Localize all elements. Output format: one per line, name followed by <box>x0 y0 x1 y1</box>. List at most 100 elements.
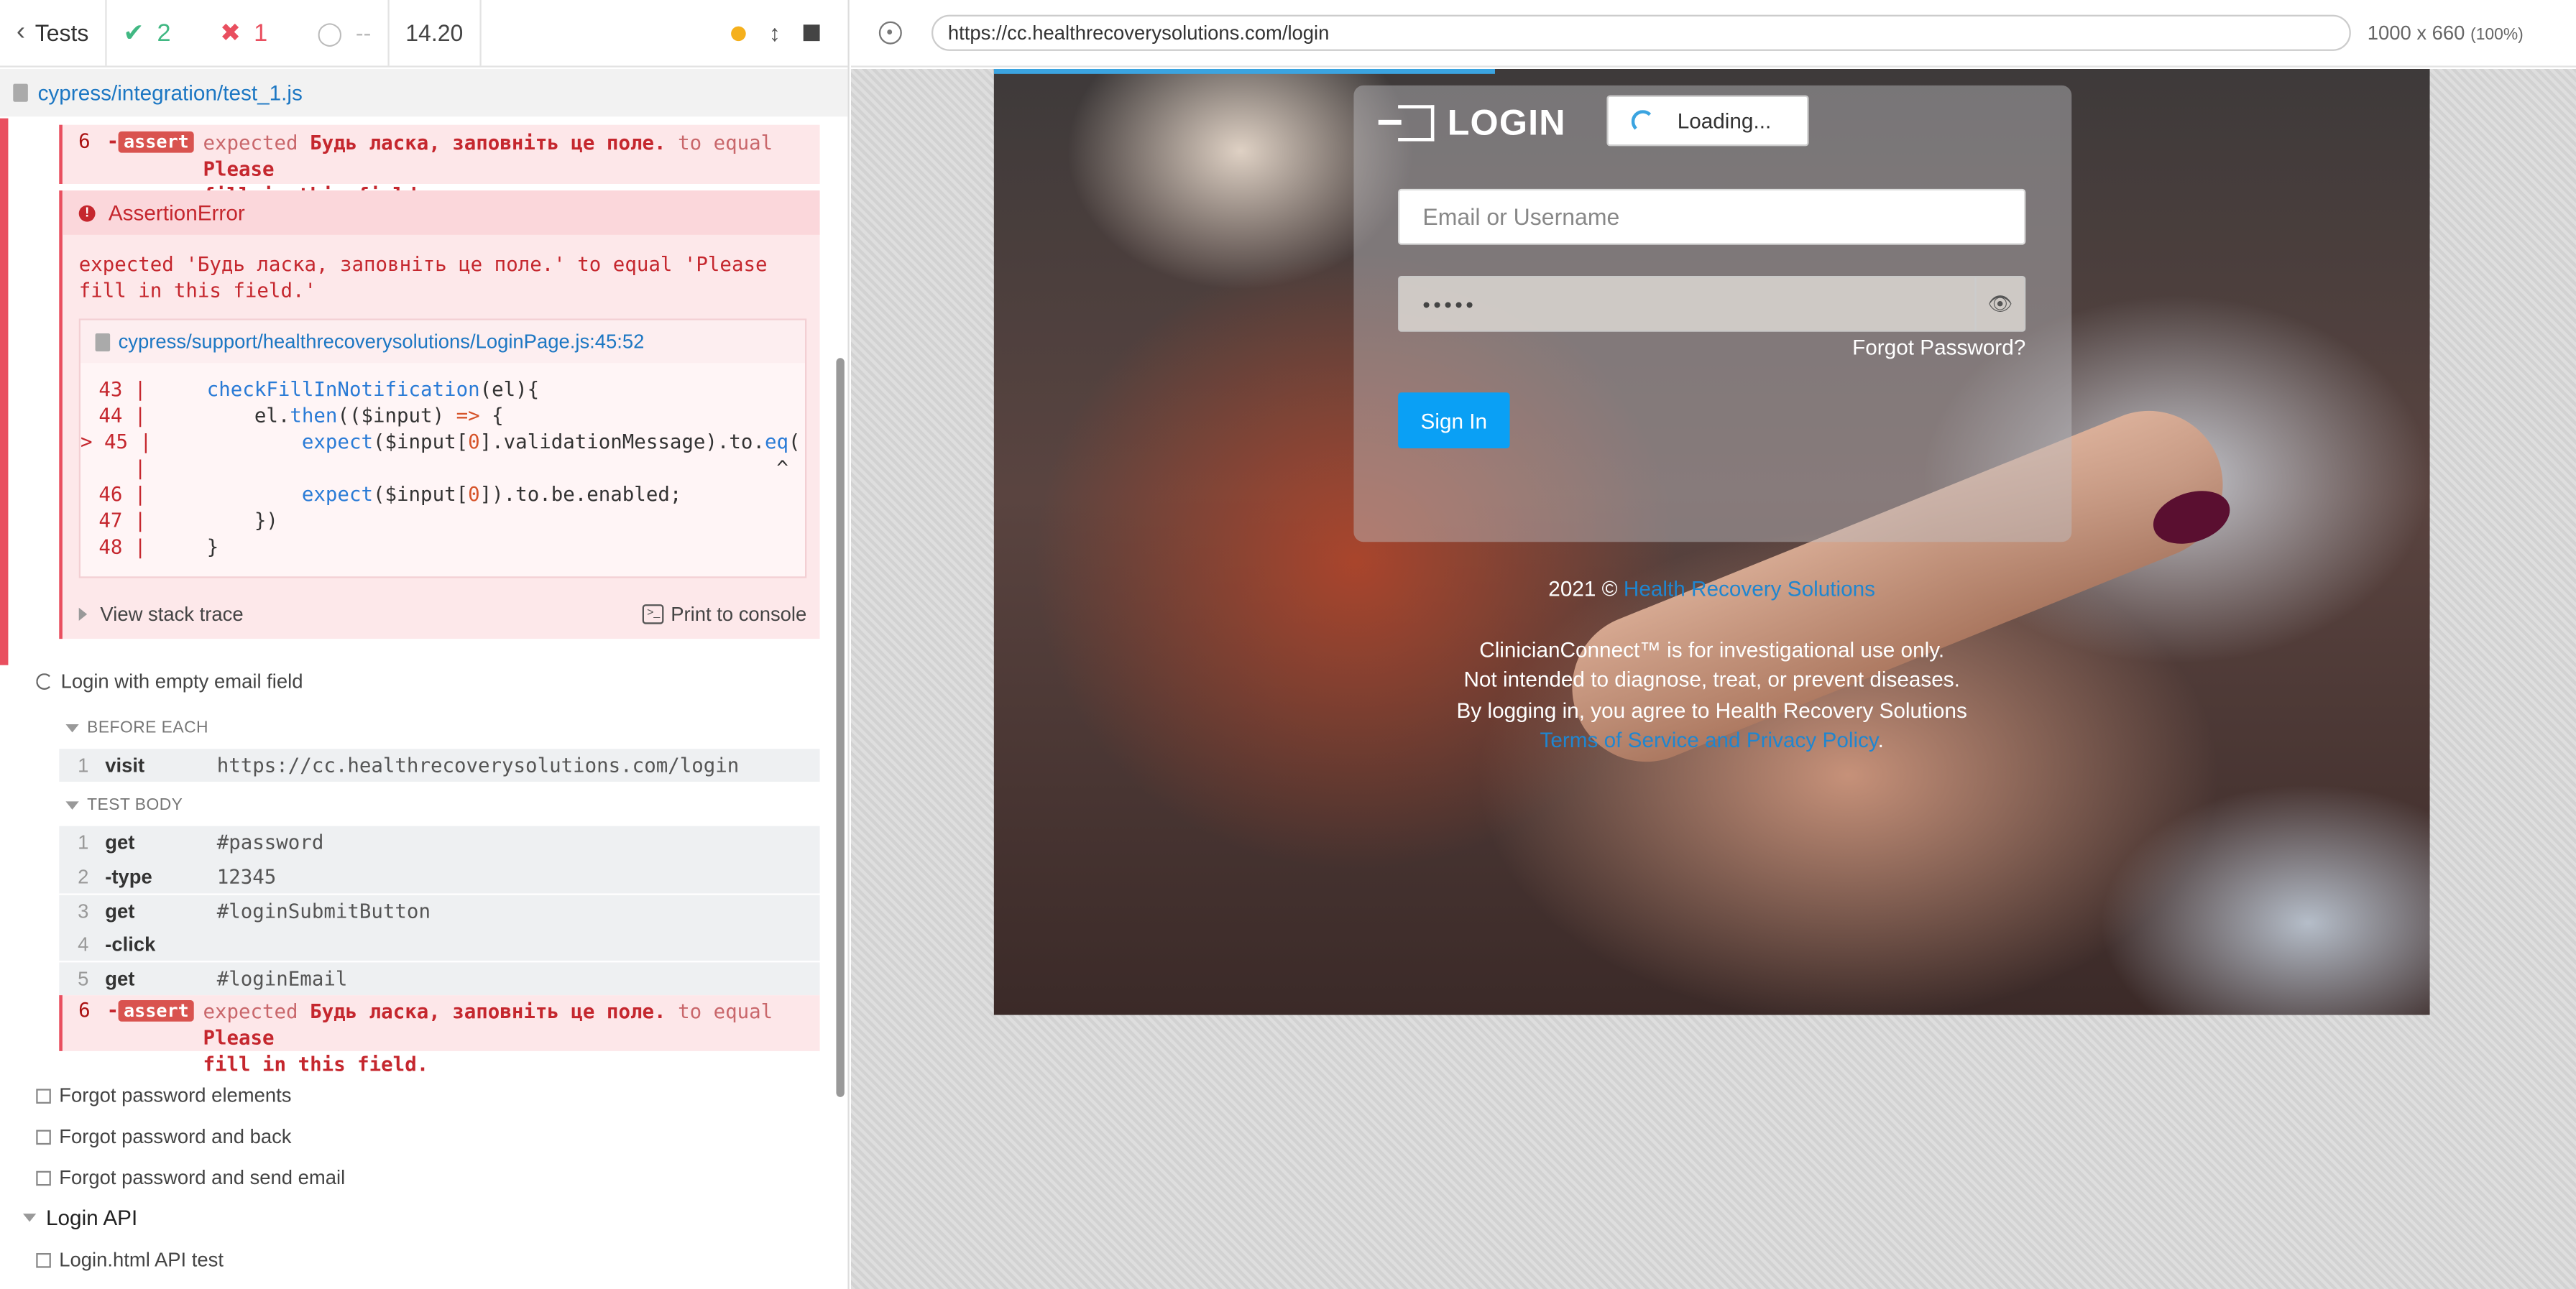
login-heading-text: LOGIN <box>1447 101 1566 143</box>
caret-down-icon <box>65 801 79 810</box>
command-row-assert[interactable]: 6 - assert expected Будь ласка, заповніть… <box>59 124 820 207</box>
command-row[interactable]: 3 get #loginSubmitButton <box>59 895 820 928</box>
pending-circle-icon: ◯ <box>316 19 343 45</box>
assert-message: expected Будь ласка, заповніть це поле. … <box>203 999 773 1076</box>
print-to-console-label: Print to console <box>671 602 807 626</box>
command-name: get <box>105 900 135 923</box>
company-link[interactable]: Health Recovery Solutions <box>1624 576 1875 601</box>
show-password-eye-icon[interactable]: 👁 <box>1974 277 2024 331</box>
copyright-text: 2021 © <box>1548 576 1618 601</box>
command-message: #loginSubmitButton <box>216 900 431 923</box>
reporter-panel: ‹ Tests ✔ 2 ✖ 1 ◯ -- 14.20 ↕ cypress/int… <box>0 0 850 1289</box>
runnables-list: 6 - assert expected Будь ласка, заповніть… <box>0 118 838 1289</box>
disclaimer-line: By logging in, you agree to Health Recov… <box>1456 697 1967 722</box>
test-body-header[interactable]: TEST BODY <box>65 797 183 815</box>
reporter-scrollbar[interactable] <box>836 358 845 1097</box>
period-text: . <box>1877 727 1884 752</box>
duration-value: 14.20 <box>405 19 464 46</box>
command-row[interactable]: 4 -click <box>59 928 820 961</box>
disclaimer-line: ClinicianConnect™ is for investigational… <box>1479 636 1945 661</box>
viewport-info[interactable]: 1000 x 660 (100%) <box>2368 22 2524 45</box>
command-row[interactable]: 1 visit https://cc.healthrecoverysolutio… <box>59 749 820 782</box>
tests-button[interactable]: ‹ Tests <box>0 0 107 66</box>
code-line: > 45 | expect($input[0].validationMessag… <box>80 430 805 453</box>
command-number: 3 <box>78 900 89 923</box>
view-stack-trace-label: View stack trace <box>100 602 244 626</box>
selector-playground-icon[interactable] <box>878 21 902 45</box>
chevron-left-icon: ‹ <box>16 18 26 46</box>
password-field[interactable]: ••••• <box>1398 275 2026 332</box>
command-message: #loginEmail <box>216 967 348 991</box>
test-title-text: Forgot password and send email <box>59 1165 346 1189</box>
code-file-link[interactable]: cypress/support/healthrecoverysolutions/… <box>80 320 805 364</box>
command-number: 6 <box>78 998 91 1022</box>
failed-number: 1 <box>254 19 268 47</box>
command-name: -type <box>105 864 152 888</box>
caret-down-icon <box>22 1214 37 1222</box>
command-row-assert[interactable]: 6 - assert expected Будь ласка, заповніть… <box>59 995 820 1076</box>
url-text: https://cc.healthrecoverysolutions.com/l… <box>947 21 1330 45</box>
assert-badge: assert <box>119 999 194 1022</box>
test-title-pending[interactable]: Login.html API test <box>36 1248 224 1271</box>
error-message: expected 'Будь ласка, заповніть це поле.… <box>78 252 768 302</box>
caret-down-icon <box>65 724 79 733</box>
code-line: 46 | expect($input[0]).to.be.enabled; <box>98 482 682 506</box>
pending-box-icon <box>36 1252 51 1267</box>
command-message: #password <box>216 831 324 854</box>
command-row[interactable]: 2 -type 12345 <box>59 859 820 894</box>
spec-path-text: cypress/integration/test_1.js <box>37 80 303 106</box>
test-title-text: Login.html API test <box>59 1248 224 1272</box>
sign-in-button[interactable]: Sign In <box>1398 392 1510 448</box>
test-body-label: TEST BODY <box>87 796 183 815</box>
test-title-pending[interactable]: Forgot password elements <box>36 1084 291 1107</box>
file-icon <box>95 332 111 351</box>
test-title-text: Forgot password elements <box>59 1084 292 1107</box>
tests-label: Tests <box>34 19 89 46</box>
aut-header: https://cc.healthrecoverysolutions.com/l… <box>850 0 2576 68</box>
code-line: 47 | }) <box>98 509 278 532</box>
command-name: -click <box>105 933 156 956</box>
check-icon: ✔ <box>123 19 144 48</box>
password-value: ••••• <box>1422 291 1477 316</box>
login-footer: 2021 © Health Recovery Solutions Clinici… <box>994 575 2430 757</box>
test-title-running[interactable]: Login with empty email field <box>36 670 303 693</box>
email-field[interactable] <box>1398 188 2026 245</box>
loading-text: Loading... <box>1677 108 1772 134</box>
error-icon: ! <box>78 204 96 221</box>
suite-title[interactable]: Login API <box>22 1206 137 1230</box>
auto-scroll-icon[interactable]: ↕ <box>769 19 781 46</box>
code-line: 43 | checkFillInNotification(el){ <box>98 377 540 401</box>
command-number: 5 <box>78 967 89 991</box>
login-card: LOGIN Loading... ••••• 👁 Forgot Password… <box>1353 85 2072 542</box>
loading-indicator: Loading... <box>1606 95 1809 147</box>
spec-path[interactable]: cypress/integration/test_1.js <box>0 68 848 117</box>
running-status-dot-icon <box>731 25 746 40</box>
forgot-password-link[interactable]: Forgot Password? <box>1852 335 2025 359</box>
duration: 14.20 <box>389 0 482 66</box>
reporter-header: ‹ Tests ✔ 2 ✖ 1 ◯ -- 14.20 ↕ <box>0 0 848 68</box>
command-row[interactable]: 5 get #loginEmail <box>59 962 820 996</box>
error-title-text: AssertionError <box>108 200 245 226</box>
command-number: 1 <box>78 754 89 777</box>
error-panel: ! AssertionError expected 'Будь ласка, з… <box>59 190 820 639</box>
failed-test-indicator <box>0 118 9 665</box>
terms-link[interactable]: Terms of Service and Privacy Policy <box>1540 728 1877 752</box>
page-load-progress <box>993 68 1495 74</box>
before-each-header[interactable]: BEFORE EACH <box>65 719 208 737</box>
url-bar[interactable]: https://cc.healthrecoverysolutions.com/l… <box>931 14 2351 51</box>
print-to-console-button[interactable]: >_ Print to console <box>643 603 806 626</box>
stop-icon[interactable] <box>803 24 820 42</box>
view-stack-trace-toggle[interactable]: View stack trace <box>78 602 244 626</box>
spinner-icon <box>1631 108 1655 132</box>
pending-box-icon <box>36 1088 51 1103</box>
test-title-pending[interactable]: Forgot password and send email <box>36 1166 345 1189</box>
command-row[interactable]: 1 get #password <box>59 826 820 859</box>
test-title-pending[interactable]: Forgot password and back <box>36 1124 292 1148</box>
test-title-text: Forgot password and back <box>59 1124 292 1148</box>
pending-box-icon <box>36 1170 51 1186</box>
passed-number: 2 <box>157 19 171 47</box>
terminal-icon: >_ <box>643 604 665 624</box>
command-message: https://cc.healthrecoverysolutions.com/l… <box>216 754 740 777</box>
code-line: | ^ <box>134 456 788 480</box>
viewport-zoom: (100%) <box>2470 26 2524 45</box>
